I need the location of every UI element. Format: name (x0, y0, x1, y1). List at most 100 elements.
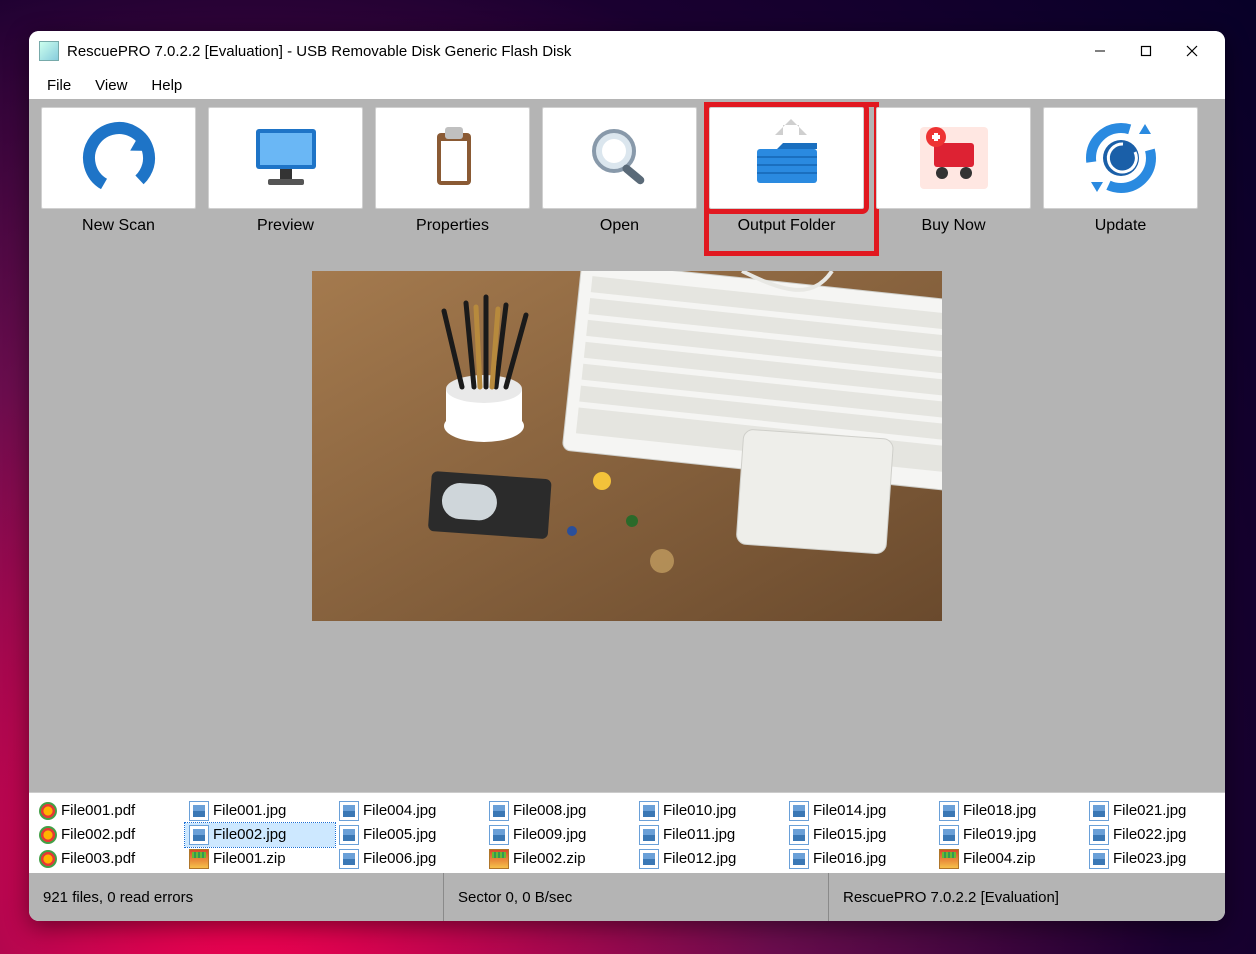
file-name: File021.jpg (1113, 802, 1186, 819)
toolbar: New Scan Preview Properties Open Output … (29, 99, 1225, 243)
file-item[interactable]: File016.jpg (785, 847, 935, 871)
file-item[interactable]: File004.zip (935, 847, 1085, 871)
file-name: File002.jpg (213, 826, 286, 843)
file-name: File003.pdf (61, 850, 135, 867)
jpg-file-icon (639, 873, 659, 874)
open-icon (542, 107, 697, 209)
file-name: File014.jpg (813, 802, 886, 819)
file-list-panel: File001.pdf File002.pdf File003.pdf File… (29, 792, 1225, 874)
file-item[interactable]: File002.zip (485, 847, 635, 871)
menu-help[interactable]: Help (139, 75, 194, 96)
file-item[interactable]: File001.pdf (35, 799, 185, 823)
toolbar-label: Properties (375, 217, 530, 235)
file-item[interactable]: File008.jpg (485, 799, 635, 823)
file-name: File001.pdf (61, 802, 135, 819)
file-name: File002.zip (513, 850, 586, 867)
toolbar-label: Update (1043, 217, 1198, 235)
jpg-file-icon (939, 825, 959, 845)
file-name: File004.jpg (363, 802, 436, 819)
output-folder-icon (709, 107, 864, 209)
toolbar-label: New Scan (41, 217, 196, 235)
app-icon (39, 41, 59, 61)
zip-file-icon (489, 849, 509, 869)
jpg-file-icon (639, 849, 659, 869)
jpg-file-icon (339, 873, 359, 874)
zip-file-icon (939, 849, 959, 869)
file-item[interactable]: File019.jpg (935, 823, 1085, 847)
preview-area (29, 243, 1225, 711)
window-title: RescuePRO 7.0.2.2 [Evaluation] - USB Rem… (67, 43, 1077, 60)
pdf-file-icon (39, 850, 57, 868)
toolbar-label: Preview (208, 217, 363, 235)
file-name: File019.jpg (963, 826, 1036, 843)
file-item[interactable]: File001.zip (185, 847, 335, 871)
jpg-file-icon (939, 873, 959, 874)
file-item[interactable]: File018.jpg (935, 799, 1085, 823)
toolbar-new-scan[interactable]: New Scan (41, 107, 196, 235)
zip-file-icon (489, 873, 509, 874)
file-name: File009.jpg (513, 826, 586, 843)
file-name: File012.jpg (663, 850, 736, 867)
toolbar-properties[interactable]: Properties (375, 107, 530, 235)
toolbar-preview[interactable]: Preview (208, 107, 363, 235)
desk-photo-icon (312, 271, 942, 621)
file-name: File001.jpg (213, 802, 286, 819)
file-name: File011.jpg (663, 826, 735, 843)
toolbar-label: Buy Now (876, 217, 1031, 235)
file-name: File015.jpg (813, 826, 886, 843)
file-item[interactable]: File001.jpg (185, 799, 335, 823)
file-item[interactable]: File009.jpg (485, 823, 635, 847)
jpg-file-icon (339, 801, 359, 821)
file-item[interactable]: File003.pdf (35, 847, 185, 871)
minimize-button[interactable] (1077, 35, 1123, 67)
toolbar-open[interactable]: Open (542, 107, 697, 235)
file-item[interactable]: File002.pdf (35, 823, 185, 847)
toolbar-buy-now[interactable]: Buy Now (876, 107, 1031, 235)
file-list[interactable]: File001.pdf File002.pdf File003.pdf File… (29, 793, 1225, 874)
file-name: File008.jpg (513, 802, 586, 819)
pdf-file-icon (39, 826, 57, 844)
file-name: File005.jpg (363, 826, 436, 843)
menu-file[interactable]: File (35, 75, 83, 96)
maximize-button[interactable] (1123, 35, 1169, 67)
buy-now-icon (876, 107, 1031, 209)
status-version: RescuePRO 7.0.2.2 [Evaluation] (828, 873, 1225, 921)
toolbar-update[interactable]: Update (1043, 107, 1198, 235)
file-item[interactable]: File015.jpg (785, 823, 935, 847)
app-window: RescuePRO 7.0.2.2 [Evaluation] - USB Rem… (29, 31, 1225, 921)
update-icon (1043, 107, 1198, 209)
toolbar-output-folder[interactable]: Output Folder (709, 107, 864, 235)
close-icon (1186, 45, 1198, 57)
status-files: 921 files, 0 read errors (29, 889, 443, 906)
maximize-icon (1140, 45, 1152, 57)
file-item[interactable]: File004.jpg (335, 799, 485, 823)
file-name: File006.jpg (363, 850, 436, 867)
jpg-file-icon (789, 801, 809, 821)
file-item[interactable]: File014.jpg (785, 799, 935, 823)
jpg-file-icon (639, 825, 659, 845)
jpg-file-icon (189, 801, 209, 821)
file-item[interactable]: File011.jpg (635, 823, 785, 847)
toolbar-label: Output Folder (709, 217, 864, 235)
properties-icon (375, 107, 530, 209)
file-item[interactable]: File021.jpg (1085, 799, 1225, 823)
menu-view[interactable]: View (83, 75, 139, 96)
file-name: File004.zip (963, 850, 1036, 867)
close-button[interactable] (1169, 35, 1215, 67)
file-name: File022.jpg (1113, 826, 1186, 843)
title-bar[interactable]: RescuePRO 7.0.2.2 [Evaluation] - USB Rem… (29, 31, 1225, 71)
file-name: File001.zip (213, 850, 286, 867)
menu-bar: File View Help (29, 71, 1225, 99)
jpg-file-icon (489, 801, 509, 821)
file-item[interactable]: File012.jpg (635, 847, 785, 871)
file-item[interactable]: File023.jpg (1085, 847, 1225, 871)
file-item[interactable]: File006.jpg (335, 847, 485, 871)
status-bar: 921 files, 0 read errors Sector 0, 0 B/s… (29, 873, 1225, 921)
zip-file-icon (189, 849, 209, 869)
file-item[interactable]: File022.jpg (1085, 823, 1225, 847)
jpg-file-icon (639, 801, 659, 821)
preview-image[interactable] (312, 271, 942, 621)
file-item[interactable]: File010.jpg (635, 799, 785, 823)
file-item[interactable]: File005.jpg (335, 823, 485, 847)
file-item[interactable]: File002.jpg (185, 823, 335, 847)
